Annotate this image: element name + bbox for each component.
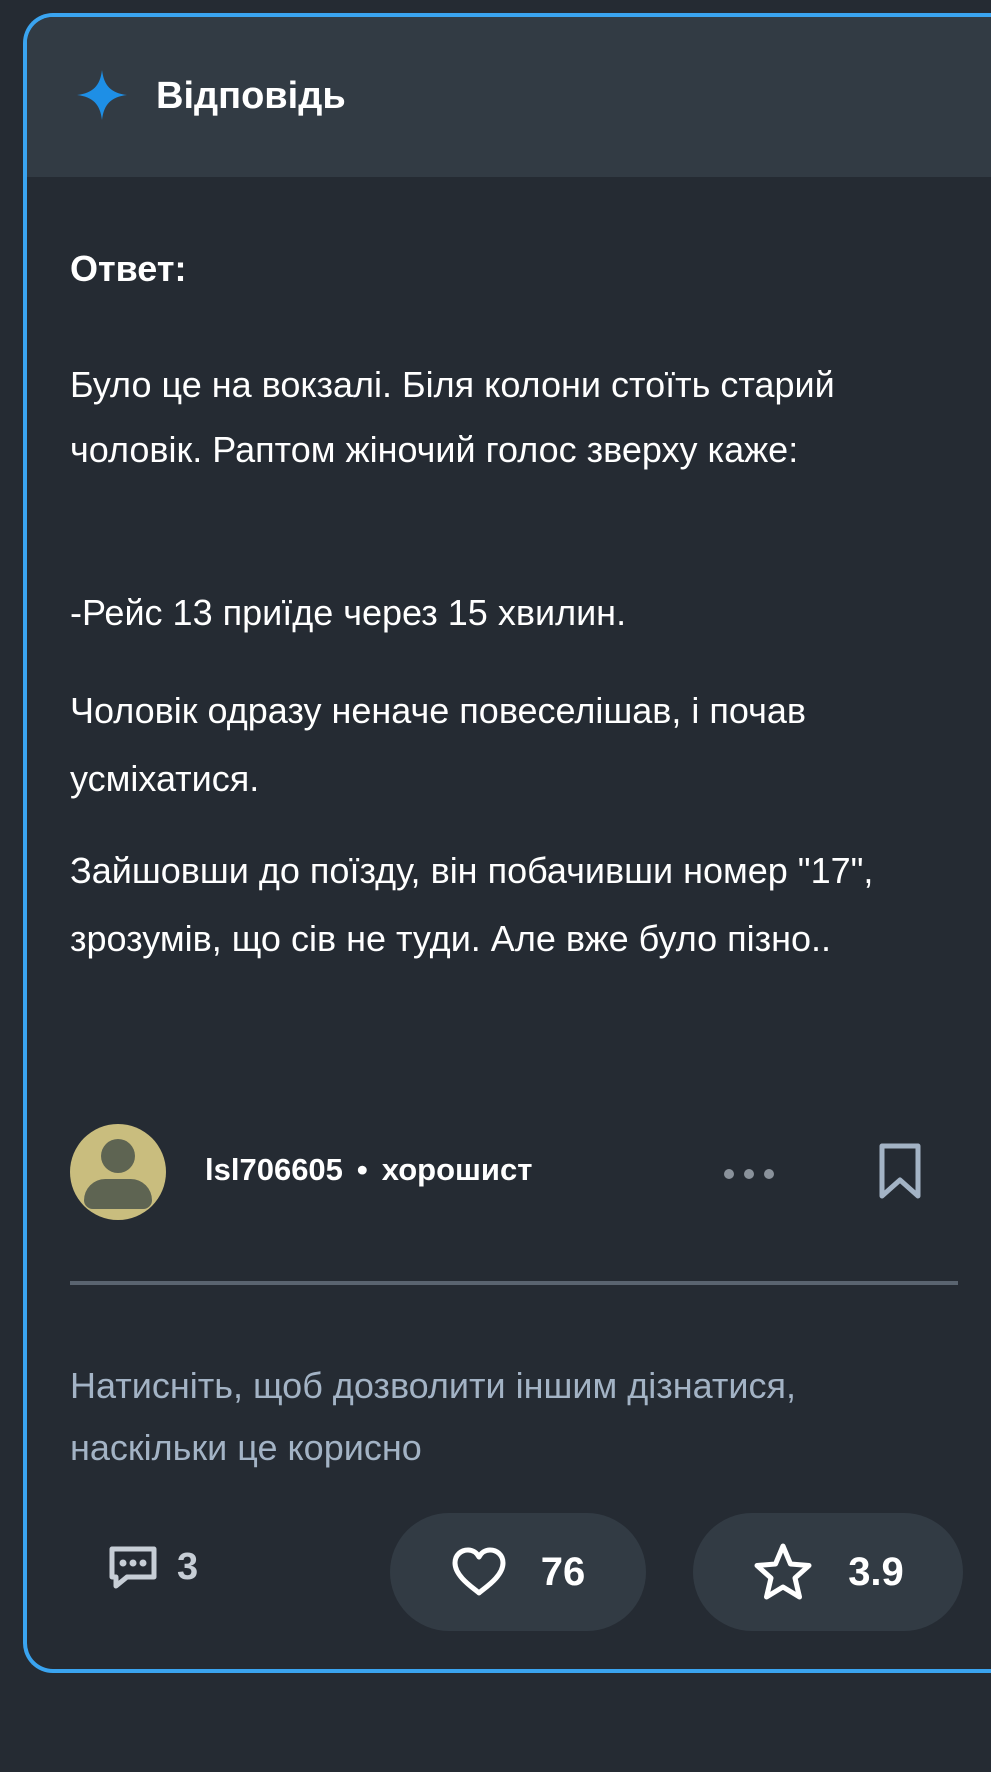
answer-paragraph: Чоловік одразу неначе повеселішав, і поч… <box>70 690 807 799</box>
author-info: lsl706605 • хорошист <box>205 1154 532 1185</box>
author-rank: хорошист <box>381 1152 533 1187</box>
comment-icon <box>109 1546 157 1589</box>
answer-paragraph: Зайшовши до поїзду, він побачивши номер … <box>70 850 874 959</box>
feedback-hint[interactable]: Натисніть, щоб дозволити іншим дізнатися… <box>70 1355 950 1479</box>
heart-icon <box>452 1547 506 1596</box>
bookmark-icon[interactable] <box>878 1142 922 1200</box>
more-options-button[interactable] <box>724 1167 774 1181</box>
answer-paragraph: Було це на вокзалі. Біля колони стоїть с… <box>70 364 835 470</box>
rating-value: 3.9 <box>848 1549 904 1594</box>
divider <box>70 1281 958 1285</box>
answer-header: Відповідь <box>27 17 991 177</box>
header-title: Відповідь <box>156 75 346 117</box>
author-separator: • <box>356 1152 368 1187</box>
likes-count: 76 <box>540 1549 586 1594</box>
like-button[interactable]: 76 <box>390 1513 646 1631</box>
answer-paragraph: -Рейс 13 приїде через 15 хвилин. <box>70 592 627 633</box>
rate-button[interactable]: 3.9 <box>693 1513 963 1631</box>
sparkle-icon <box>77 70 127 120</box>
answer-card: Відповідь Ответ: Було це на вокзалі. Біл… <box>23 13 991 1673</box>
comments-button[interactable]: 3 <box>107 1527 198 1607</box>
user-avatar-icon[interactable] <box>70 1124 166 1220</box>
author-name[interactable]: lsl706605 <box>205 1152 343 1187</box>
more-dots-icon <box>724 1169 734 1179</box>
comments-count: 3 <box>177 1545 199 1588</box>
star-icon <box>754 1543 812 1600</box>
answer-label: Ответ: <box>70 248 187 289</box>
